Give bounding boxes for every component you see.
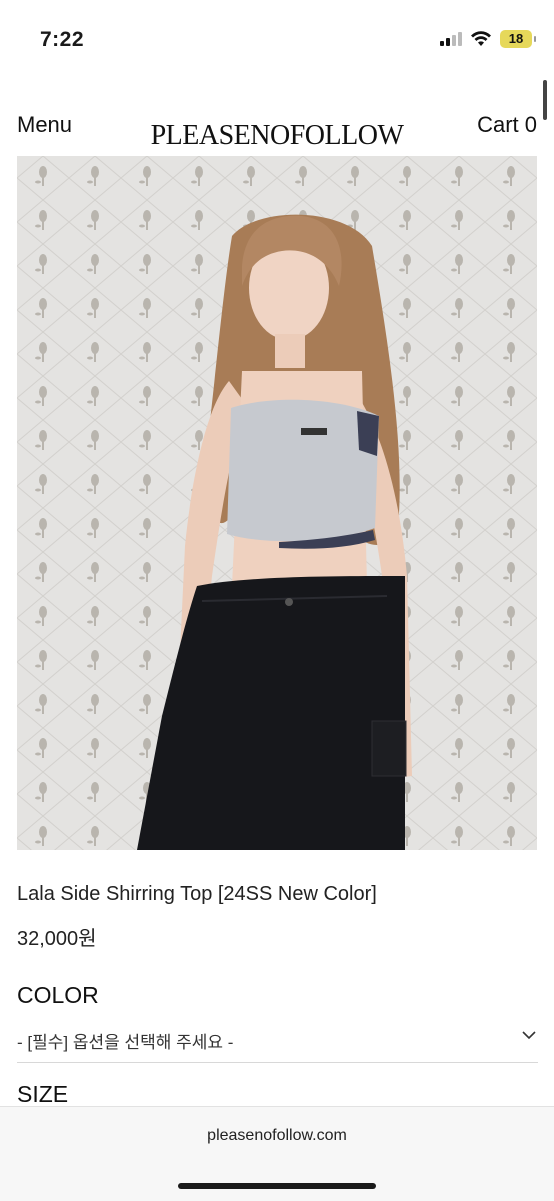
wifi-icon (471, 31, 491, 46)
status-bar: 7:22 18 (0, 0, 554, 78)
battery-icon: 18 (500, 30, 536, 48)
status-time: 7:22 (40, 28, 85, 51)
product-image[interactable] (17, 156, 537, 850)
cart-button[interactable]: Cart 0 (477, 112, 537, 138)
product-photo (17, 156, 537, 850)
color-option-label: COLOR (17, 982, 99, 1008)
color-select-value: - [필수] 옵션을 선택해 주세요 - (17, 1033, 234, 1052)
home-indicator[interactable] (178, 1183, 376, 1189)
color-select[interactable]: - [필수] 옵션을 선택해 주세요 - (17, 1026, 538, 1063)
site-header: Menu PLEASENOFOLLOW Cart 0 (0, 100, 554, 155)
brand-logo[interactable]: PLEASENOFOLLOW (0, 120, 554, 152)
product-name: Lala Side Shirring Top [24SS New Color] (17, 883, 377, 905)
cellular-signal-icon (440, 32, 462, 46)
size-option-label: SIZE (17, 1081, 69, 1107)
browser-bottom-bar: pleasenofollow.com (0, 1106, 554, 1201)
product-price: 32,000원 (17, 928, 97, 950)
status-icons: 18 (440, 30, 536, 48)
url-display[interactable]: pleasenofollow.com (0, 1127, 554, 1145)
chevron-down-icon (522, 1031, 536, 1040)
